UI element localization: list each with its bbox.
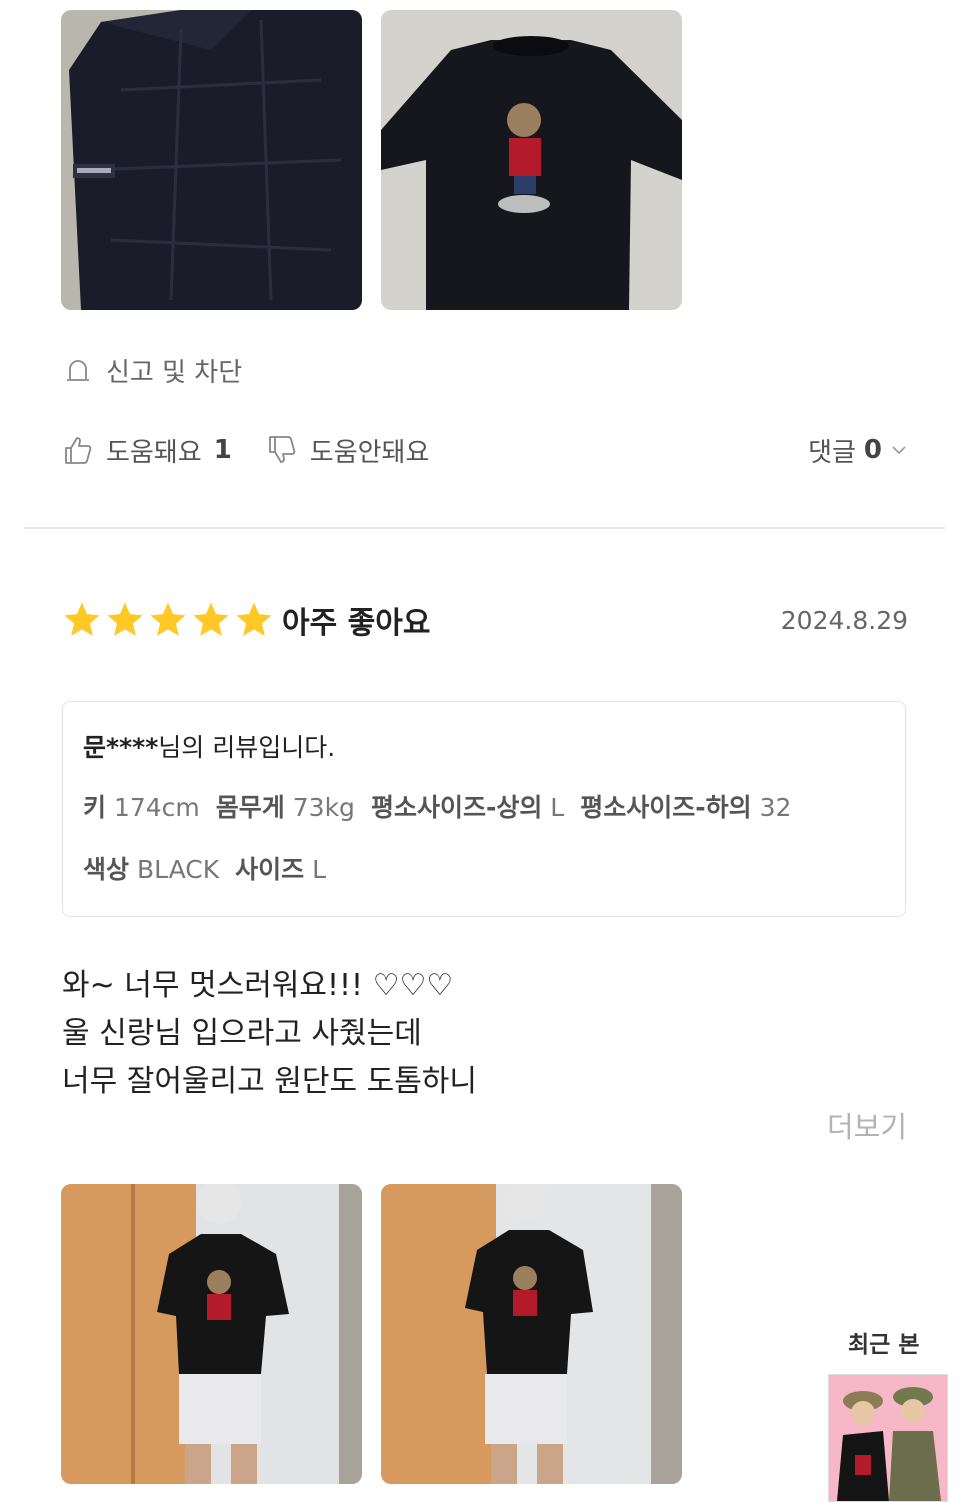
star-icon — [107, 602, 143, 636]
report-icon — [67, 359, 89, 381]
star-rating — [62, 600, 274, 640]
chevron-down-icon — [892, 446, 906, 455]
spec-value: L — [550, 793, 565, 822]
review-text-line: 와~ 너무 멋스러워요!!! ♡♡♡ — [62, 968, 454, 1003]
review-photo-model-2[interactable] — [381, 1184, 682, 1484]
review-date: 2024.8.29 — [780, 605, 908, 635]
reviewer-suffix: 님의 리뷰입니다. — [158, 733, 336, 762]
more-button[interactable]: 더보기 — [827, 1104, 907, 1146]
unhelpful-button[interactable]: 도움안돼요 — [266, 432, 430, 469]
spec-value: 32 — [759, 793, 792, 822]
review-photo-front[interactable] — [381, 10, 682, 310]
review-text-line: 너무 잘어울리고 원단도 도톰하니 — [62, 1064, 478, 1099]
spec-key: 평소사이즈-하의 — [580, 793, 752, 822]
reviewer-name: 문**** — [83, 733, 159, 762]
star-icon — [193, 602, 229, 636]
recent-viewed-label: 최근 본 — [848, 1332, 920, 1358]
comments-toggle[interactable]: 댓글 0 — [808, 432, 908, 469]
star-icon — [64, 602, 100, 636]
spec-value: L — [312, 855, 327, 884]
helpful-count: 1 — [213, 435, 232, 465]
vote-row: 도움돼요 1 도움안돼요 댓글 0 — [62, 430, 908, 470]
spec-key: 색상 — [83, 855, 130, 884]
review-photo-back[interactable] — [61, 10, 362, 310]
comments-count: 0 — [863, 435, 882, 465]
comments-label: 댓글 — [808, 437, 856, 468]
rating-row: 아주 좋아요 2024.8.29 — [62, 598, 908, 642]
review-photo-model-1[interactable] — [61, 1184, 362, 1484]
review-divider — [24, 527, 945, 529]
helpful-label: 도움돼요 — [106, 437, 202, 468]
review-text: 와~ 너무 멋스러워요!!! ♡♡♡ 울 신랑님 입으라고 사줬는데 너무 잘어… — [62, 962, 477, 1106]
body-specs: 키 174cm 몸무게 73kg 평소사이즈-상의 L 평소사이즈-하의 32 — [83, 788, 791, 824]
unhelpful-label: 도움안돼요 — [309, 437, 430, 468]
rating-label: 아주 좋아요 — [282, 606, 431, 641]
star-icon — [150, 602, 186, 636]
spec-value: 73kg — [292, 793, 355, 822]
spec-key: 사이즈 — [235, 855, 305, 884]
review-text-line: 울 신랑님 입으라고 사줬는데 — [62, 1016, 422, 1051]
option-specs: 색상 BLACK 사이즈 L — [83, 850, 326, 886]
star-icon — [236, 602, 272, 636]
helpful-button[interactable]: 도움돼요 1 — [62, 432, 232, 469]
recent-viewed-thumbnail[interactable] — [828, 1374, 948, 1502]
spec-key: 키 — [83, 793, 107, 822]
spec-value: BLACK — [136, 855, 220, 884]
reviewer-info-box: 문****님의 리뷰입니다. 키 174cm 몸무게 73kg 평소사이즈-상의 L… — [62, 701, 906, 917]
report-block-button[interactable]: 신고 및 차단 — [64, 352, 242, 389]
thumbs-up-icon — [65, 437, 92, 464]
report-label: 신고 및 차단 — [106, 358, 243, 388]
spec-value: 174cm — [113, 793, 200, 822]
thumbs-down-icon — [268, 436, 296, 463]
spec-key: 평소사이즈-상의 — [370, 793, 543, 822]
reviewer-line: 문****님의 리뷰입니다. — [83, 728, 335, 764]
spec-key: 몸무게 — [215, 793, 285, 822]
